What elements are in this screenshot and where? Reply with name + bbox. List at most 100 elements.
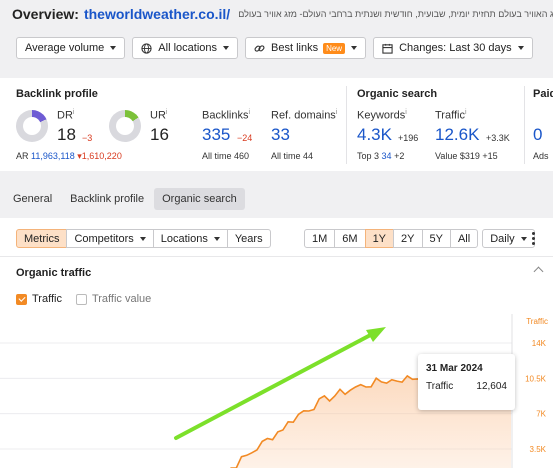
y-tick-label: 14K	[532, 339, 547, 348]
top3-value[interactable]: 34	[382, 151, 392, 161]
traffic-label-text: Traffic	[435, 109, 465, 122]
value-row: Value $319 +15	[435, 151, 498, 161]
info-icon[interactable]: i	[73, 109, 75, 116]
y-tick-label: 10.5K	[525, 374, 547, 383]
globe-icon	[141, 42, 152, 54]
backlink-profile-title: Backlink profile	[16, 88, 98, 100]
y-tick-label: 3.5K	[530, 445, 547, 454]
y-tick-label: 7K	[536, 410, 546, 419]
backlinks-all-time: All time 460	[202, 151, 250, 161]
traffic-value[interactable]: 12.6K	[435, 125, 479, 145]
ar-label: AR	[16, 151, 29, 161]
info-icon[interactable]: i	[166, 109, 168, 116]
chart-metric-controls: Metrics Competitors Locations Years	[16, 229, 271, 248]
keywords-label-text: Keywords	[357, 109, 406, 122]
filter-bar: Average volume All locations Best links …	[16, 37, 533, 59]
info-icon[interactable]: i	[336, 109, 338, 116]
ar-value[interactable]: 11,963,118	[31, 151, 75, 161]
range-1y[interactable]: 1Y	[364, 229, 395, 248]
locations-chart-dropdown[interactable]: Locations	[152, 229, 228, 248]
info-icon[interactable]: i	[465, 109, 467, 116]
range-all[interactable]: All	[449, 229, 479, 248]
ur-value: 16	[150, 125, 169, 144]
ur-label-text: UR	[150, 109, 166, 122]
tab-general[interactable]: General	[5, 188, 60, 210]
chevron-down-icon	[517, 46, 524, 50]
volume-dropdown[interactable]: Average volume	[16, 37, 126, 59]
ref-domains-label[interactable]: Ref. domainsi	[271, 109, 337, 122]
info-icon[interactable]: i	[405, 109, 407, 116]
traffic-checkbox[interactable]	[16, 293, 27, 305]
keywords-value[interactable]: 4.3K	[357, 125, 392, 145]
ref-domains-value[interactable]: 33	[271, 125, 290, 145]
dr-value: 18	[57, 125, 76, 144]
ur-donut-chart	[109, 110, 141, 142]
value-label: Value	[435, 151, 458, 161]
divider	[0, 256, 553, 257]
range-6m[interactable]: 6M	[334, 229, 366, 248]
range-2y[interactable]: 2Y	[393, 229, 423, 248]
tab-organic-search[interactable]: Organic search	[154, 188, 245, 210]
backlinks-label[interactable]: Backlinksi	[202, 109, 250, 122]
competitors-dropdown[interactable]: Competitors	[66, 229, 154, 248]
metrics-panel: Backlink profile DRi 18 −3 AR 11,963,118…	[0, 78, 553, 171]
ur-label[interactable]: URi	[150, 109, 167, 122]
organic-search-content: Metrics Competitors Locations Years 1M 6…	[0, 218, 553, 468]
top3-row: Top 3 34 +2	[357, 151, 404, 161]
backlinks-delta: −24	[237, 133, 253, 143]
traffic-label[interactable]: Traffici	[435, 109, 467, 122]
years-button[interactable]: Years	[226, 229, 271, 248]
paid-title: Paid	[533, 88, 553, 100]
value-delta: +15	[482, 151, 498, 161]
tab-backlink-profile[interactable]: Backlink profile	[62, 188, 152, 210]
tooltip-date: 31 Mar 2024	[426, 363, 483, 374]
chevron-down-icon	[351, 46, 358, 50]
traffic-value-checkbox[interactable]	[75, 293, 87, 305]
interval-label: Daily	[490, 232, 515, 245]
overview-header: Overview: theworldweather.co.il/ מזג האו…	[0, 0, 553, 28]
section-divider	[524, 86, 525, 164]
chevron-up-icon[interactable]	[533, 266, 544, 277]
changes-dropdown[interactable]: Changes: Last 30 days	[373, 37, 533, 59]
chevron-down-icon	[520, 236, 527, 241]
traffic-delta: +3.3K	[486, 133, 510, 143]
range-selector: 1M 6M 1Y 2Y 5Y All Daily	[304, 229, 535, 248]
traffic-value-legend-label: Traffic value	[91, 293, 152, 305]
section-divider	[346, 86, 347, 164]
top3-delta: +2	[394, 151, 405, 161]
metrics-button[interactable]: Metrics	[16, 229, 68, 248]
link-icon	[254, 43, 265, 54]
section-tabs: General Backlink profile Organic search	[5, 188, 245, 210]
ar-delta: ▾1,610,220	[77, 151, 122, 161]
chevron-down-icon	[223, 46, 229, 50]
y-axis-label: Traffic	[526, 317, 548, 326]
target-domain-link[interactable]: theworldweather.co.il/	[84, 6, 230, 22]
dr-label[interactable]: DRi	[57, 109, 74, 122]
range-5y[interactable]: 5Y	[421, 229, 451, 248]
range-1m[interactable]: 1M	[304, 229, 336, 248]
locations-dropdown-label: All locations	[158, 42, 217, 54]
paid-value[interactable]: 0	[533, 125, 542, 145]
competitors-label: Competitors	[74, 232, 134, 245]
new-badge: New	[323, 42, 346, 54]
changes-label: Changes: Last 30 days	[399, 42, 512, 54]
locations-dropdown[interactable]: All locations	[132, 37, 238, 59]
tooltip-row: Traffic 12,604	[426, 381, 507, 392]
keywords-delta: +196	[398, 133, 419, 143]
volume-dropdown-label: Average volume	[25, 42, 105, 54]
y-axis-ticks: 3.5K 7K 10.5K 14K	[525, 339, 547, 454]
interval-dropdown[interactable]: Daily	[482, 229, 535, 248]
more-options-icon[interactable]	[532, 232, 535, 245]
chart-legend: Traffic Traffic value	[16, 293, 151, 305]
calendar-icon	[382, 43, 393, 54]
organic-search-title: Organic search	[357, 88, 438, 100]
ref-domains-all-time: All time 44	[271, 151, 314, 161]
best-links-dropdown[interactable]: Best links New	[245, 37, 367, 59]
tooltip-value: 12,604	[476, 381, 507, 392]
traffic-legend-label: Traffic	[32, 293, 62, 305]
keywords-label[interactable]: Keywordsi	[357, 109, 407, 122]
backlinks-label-text: Backlinks	[202, 109, 249, 122]
page-title-label: Overview:	[12, 6, 79, 22]
info-icon[interactable]: i	[248, 109, 250, 116]
backlinks-value[interactable]: 335	[202, 125, 230, 145]
